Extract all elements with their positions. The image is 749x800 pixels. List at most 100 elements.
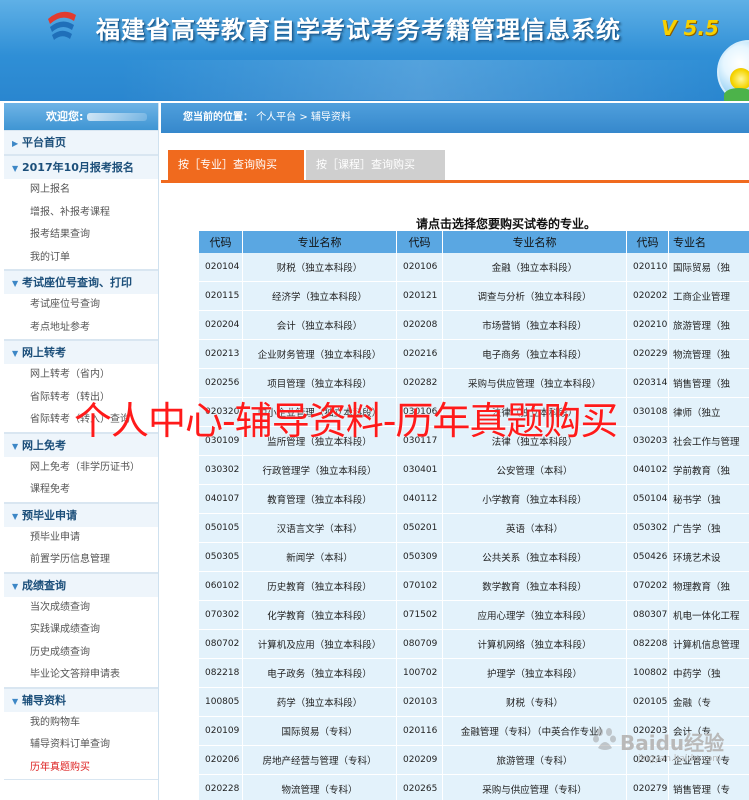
major-name-link[interactable]: 销售管理（专 [669,775,749,800]
sidebar-item[interactable]: 实践课成绩查询 [4,619,158,642]
major-name-link[interactable]: 物理教育（独 [669,572,749,601]
major-name-link[interactable]: 汉语言文学（本科） [243,514,397,543]
sidebar-section-header[interactable]: ▼ 预毕业申请 [4,502,158,527]
sidebar-item[interactable]: 我的订单 [4,247,158,270]
major-name-link[interactable]: 护理学（独立本科段） [443,659,627,688]
table-row: 030302 行政管理学（独立本科段） 030401 公安管理（本科） 040102 学前… [199,456,749,485]
major-name-link[interactable]: 英语（本科） [443,514,627,543]
major-name-link[interactable]: 会计（独立本科段） [243,311,397,340]
tab-by-major[interactable]: 按［专业］查询购买 [168,150,304,180]
major-code-cell: 020204 [199,311,243,340]
welcome-label: 欢迎您: [46,110,84,123]
sidebar-item[interactable]: 当次成绩查询 [4,597,158,620]
chevron-right-icon: ▶ [12,139,19,148]
major-name-link[interactable]: 国际贸易（独 [669,253,749,282]
major-name-link[interactable]: 行政管理学（独立本科段） [243,456,397,485]
major-code-cell: 082208 [627,630,669,659]
sidebar-section-header[interactable]: ▼ 考试座位号查询、打印 [4,270,158,294]
major-name-link[interactable]: 应用心理学（独立本科段） [443,601,627,630]
major-name-link[interactable]: 环境艺术设 [669,543,749,572]
major-name-link[interactable]: 采购与供应管理（专科） [443,775,627,800]
major-name-link[interactable]: 计算机信息管理 [669,630,749,659]
major-name-link[interactable]: 药学（独立本科段） [243,688,397,717]
major-name-link[interactable]: 学前教育（独 [669,456,749,485]
major-name-link[interactable]: 广告学（独 [669,514,749,543]
table-row: 082218 电子政务（独立本科段） 100702 护理学（独立本科段） 100802 中… [199,659,749,688]
major-name-link[interactable]: 国际贸易（专科） [243,717,397,746]
major-code-cell: 071502 [397,601,443,630]
major-name-link[interactable]: 计算机及应用（独立本科段） [243,630,397,659]
major-name-link[interactable]: 旅游管理（独 [669,311,749,340]
sidebar-item[interactable]: 我的购物车 [4,712,158,735]
major-name-link[interactable]: 小学教育（独立本科段） [443,485,627,514]
major-code-cell: 050104 [627,485,669,514]
major-name-link[interactable]: 教育管理（独立本科段） [243,485,397,514]
major-name-link[interactable]: 历史教育（独立本科段） [243,572,397,601]
sidebar-item[interactable]: 课程免考 [4,479,158,502]
major-name-link[interactable]: 企业财务管理（独立本科段） [243,340,397,369]
major-name-link[interactable]: 新闻学（本科） [243,543,397,572]
major-name-link[interactable]: 中药学（独 [669,659,749,688]
sidebar-section-header[interactable]: ▼ 成绩查询 [4,572,158,597]
sidebar-item[interactable]: 网上转考（省内） [4,364,158,387]
table-row: 040107 教育管理（独立本科段） 040112 小学教育（独立本科段） 050104… [199,485,749,514]
major-name-link[interactable]: 工商企业管理 [669,282,749,311]
major-code-cell: 020216 [397,340,443,369]
sidebar-section-header[interactable]: ▼ 辅导资料 [4,687,158,712]
header-major-name: 专业名 [669,231,749,253]
major-name-link[interactable]: 经济学（独立本科段） [243,282,397,311]
major-name-link[interactable]: 机电一体化工程 [669,601,749,630]
chevron-down-icon: ▼ [12,441,19,451]
major-name-link[interactable]: 社会工作与管理 [669,427,749,456]
major-name-link[interactable]: 数学教育（独立本科段） [443,572,627,601]
logo-icon [48,11,76,40]
breadcrumb-path[interactable]: 个人平台 > 辅导资料 [256,112,351,123]
sidebar-section-header[interactable]: ▼ 2017年10月报考报名 [4,155,158,179]
major-name-link[interactable]: 金融（专 [669,688,749,717]
username-blurred [87,113,148,121]
major-name-link[interactable]: 公安管理（本科） [443,456,627,485]
major-name-link[interactable]: 房地产经营与管理（专科） [243,746,397,775]
sidebar-item[interactable]: 预毕业申请 [4,527,158,550]
major-name-link[interactable]: 电子商务（独立本科段） [443,340,627,369]
major-name-link[interactable]: 化学教育（独立本科段） [243,601,397,630]
major-name-link[interactable]: 计算机网络（独立本科段） [443,630,627,659]
major-name-link[interactable]: 调查与分析（独立本科段） [443,282,627,311]
major-name-link[interactable]: 律师（独立 [669,398,749,427]
sidebar-item[interactable]: 前置学历信息管理 [4,549,158,572]
sidebar-item[interactable]: 考点地址参考 [4,317,158,340]
sidebar-section-header[interactable]: ▶ 平台首页 [4,130,158,154]
sidebar-section-title: 平台首页 [22,136,66,149]
sidebar-item[interactable]: 网上报名 [4,179,158,202]
major-table: 代码 专业名称 代码 专业名称 代码 专业名 020104 财税（独立本科段） 02… [199,231,749,800]
sidebar-item[interactable]: 历史成绩查询 [4,642,158,665]
breadcrumb: 您当前的位置： 个人平台 > 辅导资料 [161,103,749,133]
major-name-link[interactable]: 电子政务（独立本科段） [243,659,397,688]
sidebar-item[interactable]: 增报、补报考课程 [4,202,158,225]
major-code-cell: 030108 [627,398,669,427]
sidebar-item[interactable]: 考试座位号查询 [4,294,158,317]
major-name-link[interactable]: 市场营销（独立本科段） [443,311,627,340]
major-name-link[interactable]: 物流管理（专科） [243,775,397,800]
tab-by-course[interactable]: 按［课程］查询购买 [306,150,445,180]
major-code-cell: 030302 [199,456,243,485]
table-row: 100805 药学（独立本科段） 020103 财税（专科） 020105 金融（专 [199,688,749,717]
sidebar-item[interactable]: 报考结果查询 [4,224,158,247]
major-name-link[interactable]: 财税（专科） [443,688,627,717]
sidebar-section-title: 网上转考 [22,346,66,359]
sidebar-item[interactable]: 毕业论文答辩申请表 [4,664,158,687]
sidebar-item[interactable]: 辅导资料订单查询 [4,734,158,757]
major-code-cell: 050105 [199,514,243,543]
major-name-link[interactable]: 物流管理（独 [669,340,749,369]
sidebar-section-header[interactable]: ▼ 网上转考 [4,340,158,364]
major-name-link[interactable]: 财税（独立本科段） [243,253,397,282]
sidebar-item[interactable]: 网上免考（非学历证书） [4,457,158,480]
major-name-link[interactable]: 公共关系（独立本科段） [443,543,627,572]
sidebar-section-title: 网上免考 [22,438,66,452]
chevron-down-icon: ▼ [12,511,19,521]
major-name-link[interactable]: 金融（独立本科段） [443,253,627,282]
table-header-row: 代码 专业名称 代码 专业名称 代码 专业名 [199,231,749,253]
major-name-link[interactable]: 销售管理（独 [669,369,749,398]
major-name-link[interactable]: 秘书学（独 [669,485,749,514]
sidebar-item[interactable]: 历年真题购买 [4,757,158,780]
